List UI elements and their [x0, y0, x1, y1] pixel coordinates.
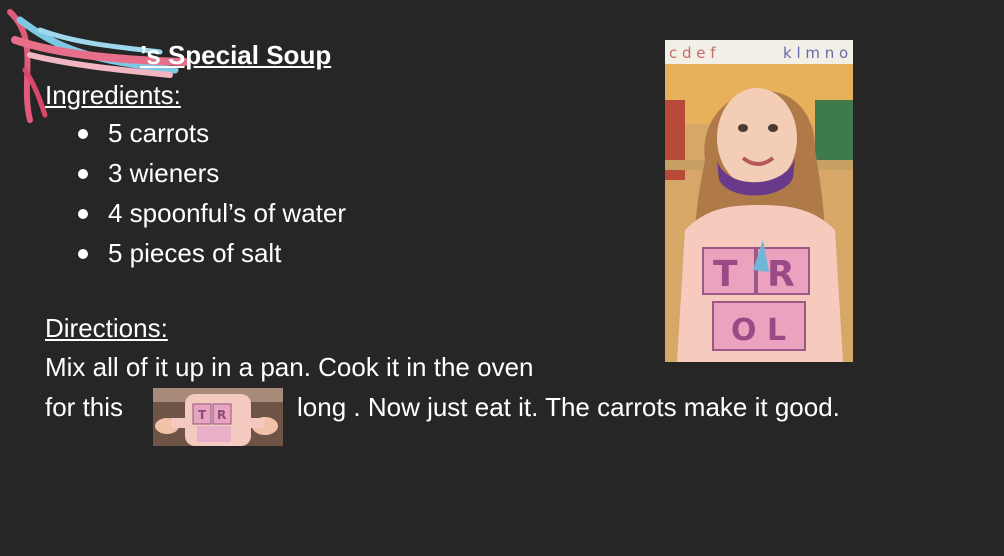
- directions-line-2-end: long . Now just eat it. The carrots make…: [297, 392, 840, 422]
- bullet-icon: [78, 209, 88, 219]
- directions-heading: Directions:: [45, 313, 168, 343]
- svg-text:k l m n o: k l m n o: [783, 44, 848, 62]
- svg-text:O L: O L: [731, 313, 786, 348]
- child-portrait-photo: c d e f k l m n o T R O L: [665, 40, 853, 362]
- directions-line-2-start: for this: [45, 392, 124, 422]
- recipe-title: ’s Special Soup: [140, 40, 332, 70]
- shirt-letter-T: T: [198, 408, 207, 422]
- shirt-letter-R: R: [217, 408, 226, 422]
- bullet-icon: [78, 129, 88, 139]
- directions-line-1: Mix all of it up in a pan. Cook it in th…: [45, 352, 534, 382]
- bullet-icon: [78, 249, 88, 259]
- bullet-icon: [78, 169, 88, 179]
- hands-apart-photo: T R: [153, 388, 283, 446]
- alphabet-strip: c d e f: [669, 44, 716, 62]
- ingredients-heading: Ingredients:: [45, 80, 181, 110]
- recipe-page: ’s Special Soup Ingredients: 5 carrots 3…: [0, 0, 1004, 556]
- shirt-letter-R: R: [767, 254, 795, 295]
- shirt-letter-T: T: [713, 254, 738, 295]
